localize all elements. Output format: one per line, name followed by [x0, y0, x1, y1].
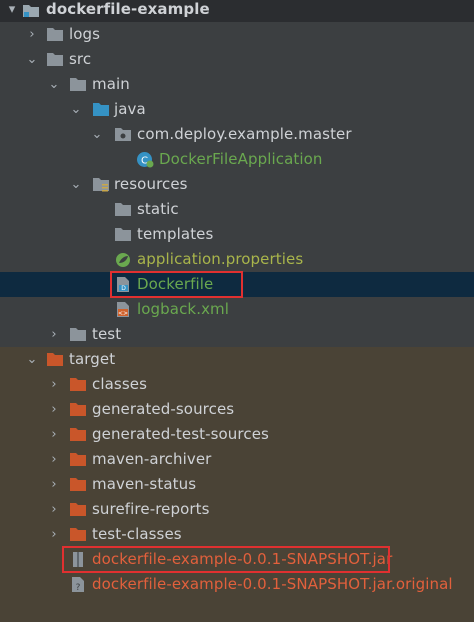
tree-label: templates — [137, 225, 214, 243]
excluded-folder-icon — [70, 453, 86, 466]
folder-icon — [47, 28, 63, 41]
excluded-folder-icon — [70, 528, 86, 541]
chevron-right-icon[interactable]: › — [46, 372, 62, 397]
excluded-folder-icon — [70, 403, 86, 416]
tree-label: dockerfile-example-0.0.1-SNAPSHOT.jar.or… — [92, 575, 453, 593]
tree-row-generated-sources[interactable]: › generated-sources — [0, 397, 474, 422]
tree-row-target[interactable]: ⌄ target — [0, 347, 474, 372]
chevron-right-icon[interactable]: › — [46, 422, 62, 447]
tree-row-application-properties[interactable]: application.properties — [0, 247, 474, 272]
tree-label: generated-test-sources — [92, 425, 269, 443]
tree-label: test-classes — [92, 525, 182, 543]
tree-row-resources[interactable]: ⌄ resources — [0, 172, 474, 197]
tree-row-maven-archiver[interactable]: › maven-archiver — [0, 447, 474, 472]
project-tree: ▾ dockerfile-example › logs ⌄ src ⌄ main… — [0, 0, 474, 622]
excluded-folder-icon — [70, 428, 86, 441]
tree-label: generated-sources — [92, 400, 235, 418]
svg-text:<>: <> — [118, 310, 128, 317]
chevron-right-icon[interactable]: › — [46, 497, 62, 522]
source-folder-icon — [93, 103, 109, 116]
folder-icon — [70, 328, 86, 341]
tree-label: classes — [92, 375, 147, 393]
tree-label: DockerFileApplication — [159, 150, 323, 168]
folder-icon — [115, 203, 131, 216]
chevron-right-icon[interactable]: › — [46, 397, 62, 422]
tree-row-jar-original[interactable]: ? dockerfile-example-0.0.1-SNAPSHOT.jar.… — [0, 572, 474, 597]
unknown-file-icon: ? — [72, 577, 84, 593]
folder-icon — [47, 53, 63, 66]
tree-row-package[interactable]: ⌄ com.deploy.example.master — [0, 122, 474, 147]
tree-row-test-classes[interactable]: › test-classes — [0, 522, 474, 547]
chevron-right-icon[interactable]: › — [24, 22, 40, 47]
module-folder-icon — [23, 5, 39, 17]
tree-row-classes[interactable]: › classes — [0, 372, 474, 397]
excluded-folder-icon — [70, 478, 86, 491]
tree-label: static — [137, 200, 179, 218]
tree-row-partial — [0, 597, 474, 622]
folder-icon — [70, 78, 86, 91]
tree-row-maven-status[interactable]: › maven-status — [0, 472, 474, 497]
spring-boot-class-icon: C — [137, 152, 154, 168]
tree-label: main — [92, 75, 130, 93]
tree-label: dockerfile-example — [46, 0, 210, 18]
tree-label: surefire-reports — [92, 500, 210, 518]
tree-row-main[interactable]: ⌄ main — [0, 72, 474, 97]
chevron-right-icon[interactable]: › — [46, 472, 62, 497]
tree-row-logback[interactable]: <> logback.xml — [0, 297, 474, 322]
highlight-box-dockerfile — [110, 271, 243, 298]
tree-row-surefire-reports[interactable]: › surefire-reports — [0, 497, 474, 522]
chevron-down-icon[interactable]: ⌄ — [68, 97, 84, 122]
excluded-folder-icon — [70, 378, 86, 391]
resources-folder-icon — [93, 178, 109, 192]
tree-label: maven-status — [92, 475, 197, 493]
tree-row-templates[interactable]: templates — [0, 222, 474, 247]
chevron-down-icon[interactable]: ⌄ — [89, 122, 105, 147]
tree-row-java[interactable]: ⌄ java — [0, 97, 474, 122]
tree-label: com.deploy.example.master — [137, 125, 352, 143]
tree-row-root[interactable]: ▾ dockerfile-example — [0, 0, 474, 22]
chevron-down-icon[interactable]: ▾ — [4, 0, 20, 22]
excluded-folder-icon — [70, 503, 86, 516]
tree-label: application.properties — [137, 250, 304, 268]
tree-row-generated-test-sources[interactable]: › generated-test-sources — [0, 422, 474, 447]
tree-label: test — [92, 325, 122, 343]
chevron-down-icon[interactable]: ⌄ — [46, 72, 62, 97]
xml-file-icon: <> — [117, 302, 129, 317]
folder-icon — [115, 228, 131, 241]
tree-label: logback.xml — [137, 300, 230, 318]
excluded-folder-icon — [47, 353, 63, 366]
tree-row-logs[interactable]: › logs — [0, 22, 474, 47]
tree-label: logs — [69, 25, 101, 43]
tree-label: maven-archiver — [92, 450, 212, 468]
chevron-down-icon[interactable]: ⌄ — [68, 172, 84, 197]
tree-label: resources — [114, 175, 188, 193]
tree-row-static[interactable]: static — [0, 197, 474, 222]
package-icon — [115, 128, 131, 141]
chevron-right-icon[interactable]: › — [46, 447, 62, 472]
tree-row-src[interactable]: ⌄ src — [0, 47, 474, 72]
chevron-right-icon[interactable]: › — [46, 322, 62, 347]
tree-row-class[interactable]: C DockerFileApplication — [0, 147, 474, 172]
chevron-down-icon[interactable]: ⌄ — [24, 347, 40, 372]
chevron-right-icon[interactable]: › — [46, 522, 62, 547]
tree-label: target — [69, 350, 116, 368]
chevron-down-icon[interactable]: ⌄ — [24, 47, 40, 72]
tree-label: java — [114, 100, 146, 118]
tree-label: src — [69, 50, 92, 68]
svg-text:?: ? — [76, 583, 81, 593]
tree-row-test[interactable]: › test — [0, 322, 474, 347]
highlight-box-jar — [62, 546, 390, 573]
spring-properties-icon — [116, 253, 130, 267]
